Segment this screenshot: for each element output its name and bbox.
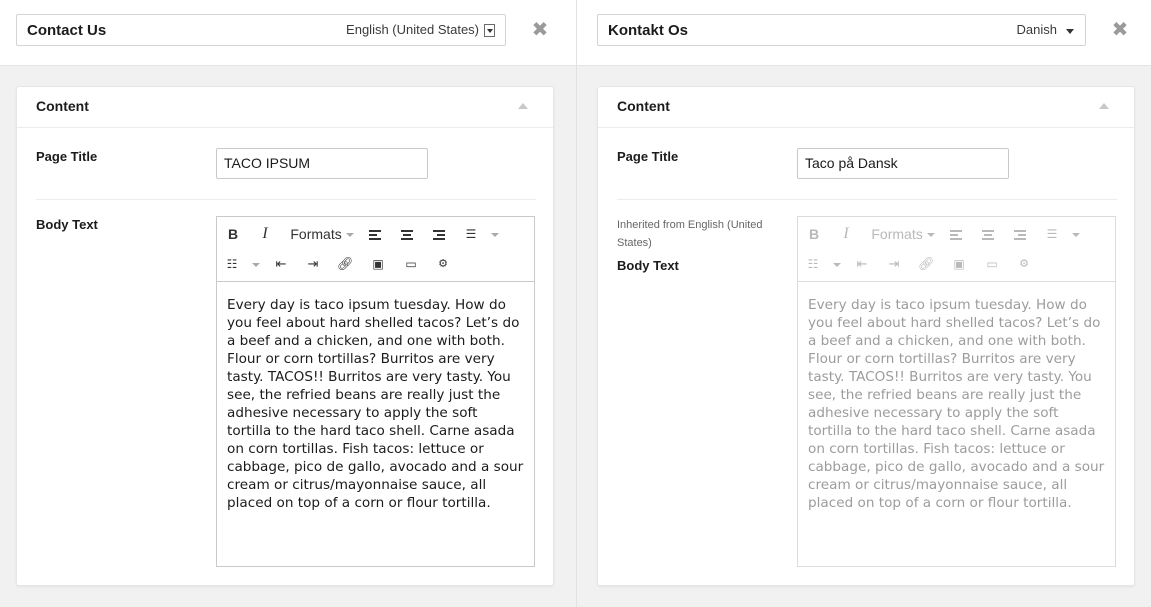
chevron-down-icon <box>831 250 843 278</box>
divider <box>36 199 536 200</box>
bold-icon[interactable]: B <box>225 220 241 248</box>
chevron-down-icon[interactable] <box>489 220 501 248</box>
bullet-list-icon[interactable]: ☰ <box>463 220 479 248</box>
card-title: Content <box>36 98 89 114</box>
left-pane: Contact Us English (United States) ✖ Con… <box>0 0 576 607</box>
numbered-list-icon: ☷ <box>807 257 819 271</box>
card-header[interactable]: Content <box>17 87 553 128</box>
chevron-down-icon <box>926 233 935 238</box>
card-header[interactable]: Content <box>598 87 1134 128</box>
top-bar: Contact Us English (United States) ✖ <box>0 0 576 66</box>
language-select[interactable]: English (United States) <box>346 22 479 37</box>
page-title-input[interactable]: Taco på Dansk <box>797 148 1009 179</box>
align-right-icon[interactable] <box>431 220 447 248</box>
close-icon[interactable]: ✖ <box>530 19 550 41</box>
bold-icon: B <box>808 226 820 242</box>
link-icon[interactable]: 🔗︎ <box>337 250 354 278</box>
page-selector[interactable]: Kontakt Os Danish <box>597 14 1086 46</box>
image-icon[interactable]: ▣ <box>370 250 386 278</box>
body-text-label: Body Text <box>36 217 98 232</box>
media-icon[interactable]: ▭ <box>403 250 419 278</box>
collapse-icon[interactable] <box>518 103 528 109</box>
content-card: Content Page Title Taco på Dansk Inherit… <box>597 86 1135 586</box>
outdent-icon[interactable]: ⇤ <box>273 250 289 278</box>
chevron-down-icon <box>345 233 354 238</box>
settings-icon: ⚙ <box>1019 258 1029 270</box>
editor-toolbar: B I Formats ☰ ☷ ⇤ ⇥ 🔗︎ ▣ ▭ ⚙ <box>217 217 534 282</box>
page-title-input[interactable]: TACO IPSUM <box>216 148 428 179</box>
link-icon: 🔗︎ <box>918 256 935 271</box>
numbered-list-icon[interactable]: ☷ <box>223 250 241 278</box>
editor-toolbar: B I Formats ☰ ☷ ⇤ ⇥ 🔗︎ ▣ ▭ ⚙ <box>798 217 1115 282</box>
bullet-list-icon: ☰ <box>1046 227 1058 241</box>
top-bar: Kontakt Os Danish ✖ <box>577 0 1151 66</box>
indent-icon[interactable]: ⇥ <box>305 250 321 278</box>
language-select[interactable]: Danish <box>1017 22 1057 37</box>
card-title: Content <box>617 98 670 114</box>
align-left-icon <box>948 220 964 248</box>
italic-icon[interactable]: I <box>257 220 273 248</box>
image-icon: ▣ <box>953 257 965 271</box>
collapse-icon[interactable] <box>1099 103 1109 109</box>
body-text-content: Every day is taco ipsum tuesday. How do … <box>808 297 1105 511</box>
inherited-note: Inherited from English (United States) <box>617 219 763 249</box>
media-icon: ▭ <box>986 257 998 271</box>
page-title-label: Page Title <box>36 149 98 164</box>
chevron-down-icon <box>1070 220 1082 248</box>
formats-label: Formats <box>290 226 342 242</box>
page-title-heading: Kontakt Os <box>608 22 689 39</box>
page-selector[interactable]: Contact Us English (United States) <box>16 14 506 46</box>
rich-text-editor[interactable]: B I Formats ☰ ☷ ⇤ ⇥ 🔗︎ ▣ ▭ ⚙ Every day i… <box>216 216 535 567</box>
settings-icon[interactable]: ⚙ <box>435 250 451 278</box>
formats-dropdown: Formats <box>870 220 936 248</box>
body-text-label: Body Text <box>617 258 679 273</box>
close-icon[interactable]: ✖ <box>1110 19 1130 41</box>
align-left-icon[interactable] <box>367 220 383 248</box>
formats-dropdown[interactable]: Formats <box>289 220 355 248</box>
align-right-icon <box>1012 220 1028 248</box>
align-center-icon <box>980 220 996 248</box>
indent-icon: ⇥ <box>888 256 900 271</box>
page-title-label: Page Title <box>617 149 679 164</box>
right-pane: Kontakt Os Danish ✖ Content Page Title T… <box>577 0 1151 607</box>
chevron-down-icon[interactable] <box>250 250 262 278</box>
divider <box>617 199 1117 200</box>
language-dropdown-icon[interactable] <box>484 24 495 37</box>
page-title-heading: Contact Us <box>27 22 107 39</box>
outdent-icon: ⇤ <box>856 256 868 271</box>
rich-text-editor: B I Formats ☰ ☷ ⇤ ⇥ 🔗︎ ▣ ▭ ⚙ Every day i… <box>797 216 1116 567</box>
chevron-down-icon[interactable] <box>1064 24 1075 37</box>
formats-label: Formats <box>871 226 923 242</box>
body-text-content[interactable]: Every day is taco ipsum tuesday. How do … <box>217 282 534 566</box>
align-center-icon[interactable] <box>399 220 415 248</box>
content-card: Content Page Title TACO IPSUM Body Text … <box>16 86 554 586</box>
italic-icon: I <box>843 225 849 242</box>
